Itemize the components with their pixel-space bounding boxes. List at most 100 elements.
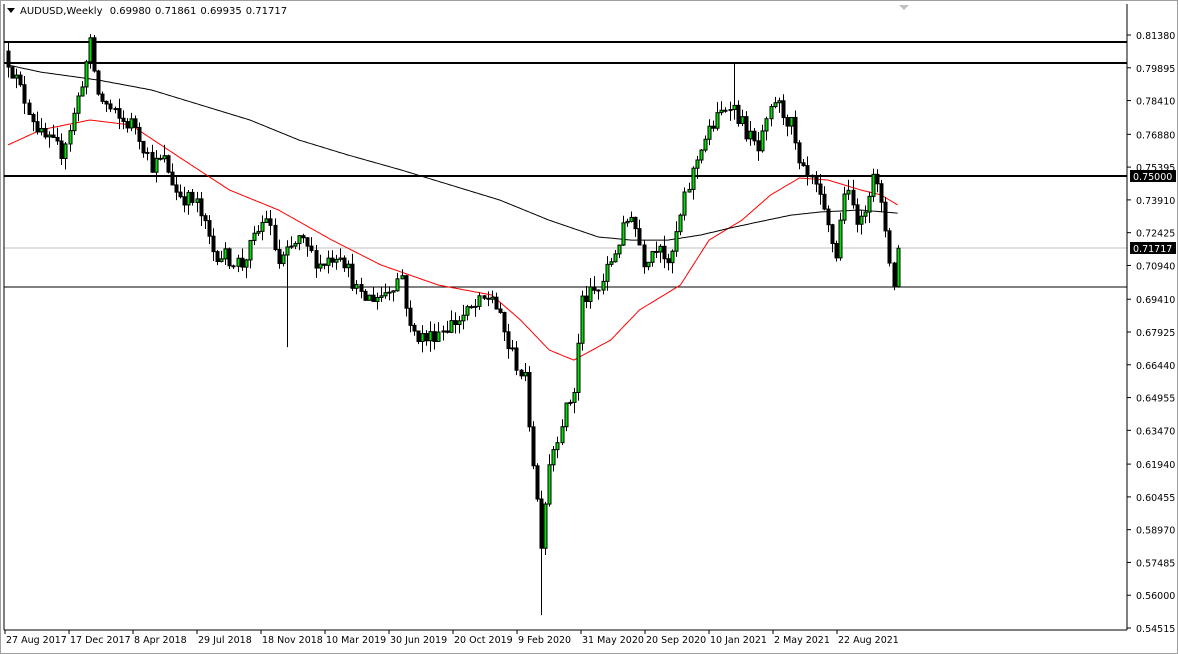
candle[interactable] [314, 245, 319, 278]
candle[interactable] [723, 107, 728, 113]
candle[interactable] [125, 118, 130, 133]
candle[interactable] [383, 283, 388, 299]
candle[interactable] [658, 244, 663, 263]
candle[interactable] [10, 66, 15, 79]
candle[interactable] [781, 94, 786, 125]
candle[interactable] [404, 274, 409, 317]
candle[interactable] [867, 191, 872, 223]
candle[interactable] [519, 368, 524, 380]
candle[interactable] [617, 244, 622, 259]
candle[interactable] [63, 141, 68, 170]
candle[interactable] [113, 106, 118, 114]
candle[interactable] [564, 402, 569, 432]
candle[interactable] [863, 205, 868, 224]
candle[interactable] [814, 171, 819, 193]
candle[interactable] [613, 250, 618, 263]
candle[interactable] [420, 325, 425, 353]
candle[interactable] [682, 187, 687, 221]
candle[interactable] [223, 242, 228, 265]
candle[interactable] [342, 255, 347, 272]
candle[interactable] [104, 100, 109, 113]
candle[interactable] [375, 292, 380, 310]
candle[interactable] [285, 240, 290, 348]
candle[interactable] [592, 276, 597, 295]
candle[interactable] [892, 261, 897, 291]
candle[interactable] [436, 322, 441, 342]
candle[interactable] [211, 228, 216, 262]
candle[interactable] [646, 261, 651, 271]
candle[interactable] [43, 122, 48, 140]
candle[interactable] [248, 239, 253, 269]
candle[interactable] [309, 237, 314, 253]
candle[interactable] [535, 463, 540, 502]
candle[interactable] [84, 59, 89, 95]
candle[interactable] [596, 289, 601, 300]
candle[interactable] [359, 277, 364, 299]
candle[interactable] [203, 213, 208, 230]
candle[interactable] [72, 107, 77, 135]
candle[interactable] [80, 81, 85, 97]
candle[interactable] [732, 63, 737, 120]
candle[interactable] [687, 182, 692, 193]
candle[interactable] [363, 289, 368, 301]
candle[interactable] [35, 111, 40, 135]
candle[interactable] [547, 454, 552, 507]
candle[interactable] [859, 209, 864, 235]
candle[interactable] [887, 228, 892, 267]
candle[interactable] [129, 112, 134, 132]
candle[interactable] [637, 219, 642, 246]
candle[interactable] [769, 103, 774, 127]
candle[interactable] [14, 68, 19, 89]
candle[interactable] [260, 215, 265, 241]
candle[interactable] [490, 290, 495, 304]
candle[interactable] [883, 196, 888, 238]
candle[interactable] [158, 154, 163, 161]
candle[interactable] [605, 256, 610, 291]
candle[interactable] [96, 69, 101, 96]
candle[interactable] [642, 240, 647, 274]
candle[interactable] [896, 245, 901, 288]
candle[interactable] [486, 291, 491, 307]
candle[interactable] [740, 109, 745, 126]
candle[interactable] [338, 248, 343, 262]
candle[interactable] [289, 236, 294, 249]
candle[interactable] [322, 263, 327, 270]
candle[interactable] [756, 131, 761, 161]
candle[interactable] [318, 254, 323, 272]
candle[interactable] [334, 254, 339, 270]
candle[interactable] [27, 99, 32, 115]
candle[interactable] [387, 286, 392, 301]
candle[interactable] [654, 241, 659, 259]
candle[interactable] [22, 75, 27, 114]
candle[interactable] [215, 250, 220, 266]
candle[interactable] [178, 184, 183, 199]
candle[interactable] [855, 198, 860, 233]
candle[interactable] [55, 127, 60, 145]
candle[interactable] [108, 99, 113, 113]
candle[interactable] [625, 218, 630, 227]
candle[interactable] [231, 264, 236, 270]
candle[interactable] [580, 290, 585, 351]
candle[interactable] [400, 269, 405, 280]
candle[interactable] [264, 210, 269, 223]
candle[interactable] [236, 254, 241, 273]
candle[interactable] [498, 302, 503, 314]
candle[interactable] [432, 323, 437, 350]
candle[interactable] [494, 292, 499, 310]
candle[interactable] [395, 272, 400, 292]
candle[interactable] [408, 300, 413, 333]
candle[interactable] [354, 280, 359, 295]
candle[interactable] [662, 235, 667, 269]
candle[interactable] [572, 387, 577, 414]
candle[interactable] [539, 490, 544, 616]
candle[interactable] [428, 321, 433, 352]
candle[interactable] [252, 226, 257, 246]
candle[interactable] [371, 287, 376, 302]
candle[interactable] [121, 110, 126, 130]
candle[interactable] [117, 98, 122, 130]
candle[interactable] [457, 315, 462, 334]
candle[interactable] [576, 333, 581, 401]
candle[interactable] [227, 247, 232, 270]
candle[interactable] [346, 260, 351, 278]
candle[interactable] [560, 419, 565, 446]
